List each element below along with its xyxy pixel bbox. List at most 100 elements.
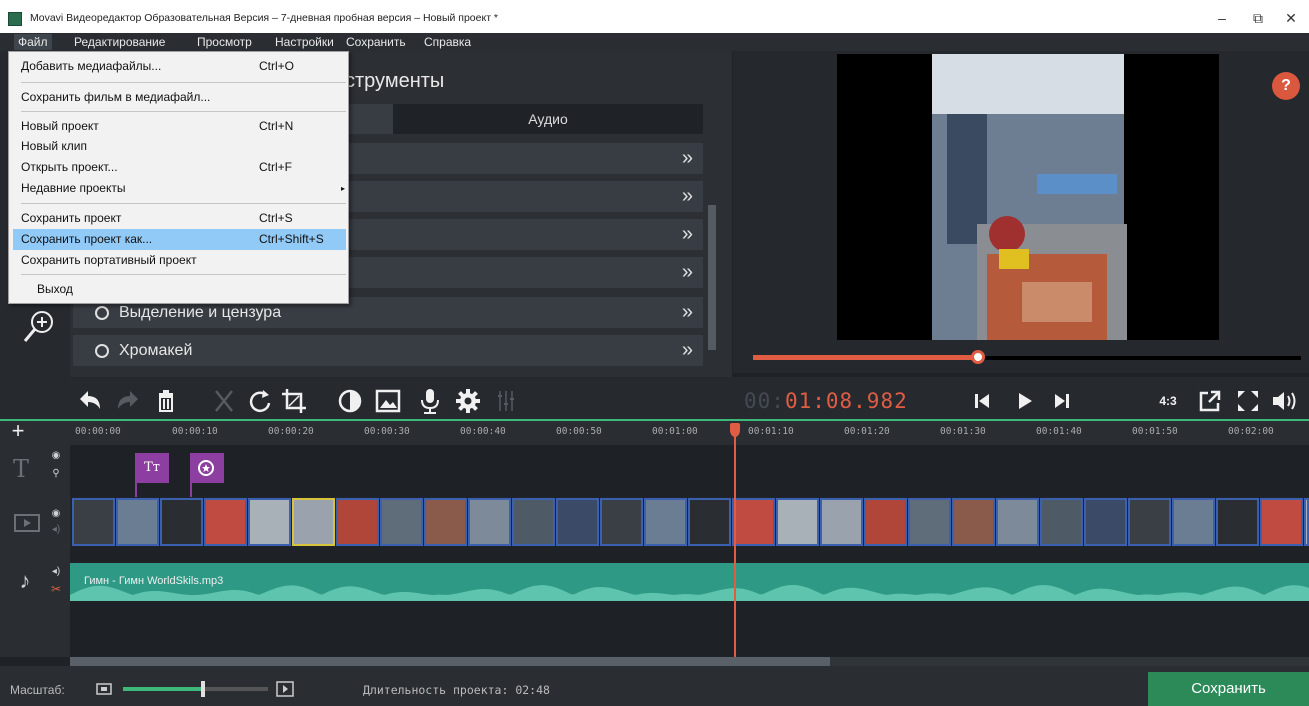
video-clip-thumbnail[interactable] xyxy=(1128,498,1171,546)
menu-item-open-project[interactable]: Открыть проект... Ctrl+F xyxy=(21,157,346,178)
menu-item-label: Выход xyxy=(37,282,73,296)
sticker-clip[interactable] xyxy=(190,453,224,483)
fullscreen-icon[interactable] xyxy=(1232,385,1264,417)
video-clip-thumbnail[interactable] xyxy=(72,498,115,546)
video-clip-thumbnail[interactable] xyxy=(424,498,467,546)
expand-chevron-icon[interactable]: » xyxy=(682,223,693,246)
tool-row-chromakey[interactable]: Хромакей » xyxy=(73,335,703,368)
video-clip-thumbnail[interactable] xyxy=(204,498,247,546)
video-clip-thumbnail[interactable] xyxy=(1304,498,1309,546)
video-clip-thumbnail[interactable] xyxy=(688,498,731,546)
video-clip-thumbnail[interactable] xyxy=(776,498,819,546)
menu-item-export-movie[interactable]: Сохранить фильм в медиафайл... xyxy=(21,87,346,108)
video-clip-thumbnail[interactable] xyxy=(864,498,907,546)
menu-help[interactable]: Справка xyxy=(420,34,475,50)
menu-file[interactable]: Файл xyxy=(14,34,52,50)
zoom-tool-icon[interactable] xyxy=(22,308,56,348)
unlink-icon[interactable]: ✂ xyxy=(48,582,64,598)
video-clip-thumbnail[interactable] xyxy=(336,498,379,546)
zoom-in-icon[interactable] xyxy=(276,681,294,697)
video-clip-thumbnail[interactable] xyxy=(116,498,159,546)
external-window-icon[interactable] xyxy=(1194,385,1226,417)
link-icon[interactable]: ⚲ xyxy=(48,468,64,484)
speaker-icon[interactable]: ◂) xyxy=(48,566,64,582)
menu-item-add-media[interactable]: Добавить медиафайлы... Ctrl+O xyxy=(21,56,346,77)
video-clip-thumbnail[interactable] xyxy=(732,498,775,546)
video-clip-thumbnail[interactable] xyxy=(952,498,995,546)
help-button[interactable]: ? xyxy=(1272,72,1300,100)
timeline-tracks[interactable] xyxy=(70,445,1309,657)
previous-frame-icon[interactable] xyxy=(966,385,998,417)
crop-icon[interactable] xyxy=(278,385,310,417)
menu-item-new-clip[interactable]: Новый клип xyxy=(21,136,346,157)
ruler-tick: 00:00:30 xyxy=(364,426,410,437)
video-clip-thumbnail[interactable] xyxy=(1260,498,1303,546)
eye-icon[interactable]: ◉ xyxy=(48,450,64,466)
undo-icon[interactable] xyxy=(74,385,106,417)
menu-item-save-project[interactable]: Сохранить проект Ctrl+S xyxy=(21,208,346,229)
radio-circle-icon[interactable] xyxy=(95,344,109,358)
expand-chevron-icon[interactable]: » xyxy=(682,147,693,170)
next-frame-icon[interactable] xyxy=(1046,385,1078,417)
video-clip-thumbnail[interactable] xyxy=(820,498,863,546)
expand-chevron-icon[interactable]: » xyxy=(682,261,693,284)
delete-icon[interactable] xyxy=(150,385,182,417)
video-clip-thumbnail[interactable] xyxy=(600,498,643,546)
window-title: Movavi Видеоредактор Образовательная Вер… xyxy=(30,12,499,24)
timeline-scrollbar-thumb[interactable] xyxy=(70,657,830,666)
microphone-icon[interactable] xyxy=(414,385,446,417)
mute-speaker-icon[interactable]: ◂) xyxy=(48,524,64,540)
expand-chevron-icon[interactable]: » xyxy=(682,185,693,208)
equalizer-icon[interactable] xyxy=(490,385,522,417)
video-clip-thumbnail[interactable] xyxy=(996,498,1039,546)
eye-icon[interactable]: ◉ xyxy=(48,508,64,524)
menu-save[interactable]: Сохранить xyxy=(342,34,410,50)
save-button[interactable]: Сохранить xyxy=(1148,672,1309,706)
close-button[interactable]: ✕ xyxy=(1273,6,1309,30)
video-clip-thumbnail[interactable] xyxy=(380,498,423,546)
seek-thumb[interactable] xyxy=(970,350,985,364)
video-clip-thumbnail[interactable] xyxy=(1172,498,1215,546)
video-clip-thumbnail[interactable] xyxy=(1084,498,1127,546)
audio-clip[interactable] xyxy=(70,563,1309,601)
video-clip-thumbnail[interactable] xyxy=(1216,498,1259,546)
menu-item-exit[interactable]: Выход xyxy=(37,279,362,300)
zoom-slider-thumb[interactable] xyxy=(200,681,205,697)
color-adjust-icon[interactable] xyxy=(334,385,366,417)
tools-scrollbar[interactable] xyxy=(708,205,716,350)
video-clip-thumbnail[interactable] xyxy=(248,498,291,546)
menu-item-recent-projects[interactable]: Недавние проекты ▸ xyxy=(21,178,346,199)
redo-icon[interactable] xyxy=(112,385,144,417)
video-clip-thumbnail[interactable] xyxy=(556,498,599,546)
expand-chevron-icon[interactable]: » xyxy=(682,339,693,362)
video-clip-thumbnail[interactable] xyxy=(908,498,951,546)
image-icon[interactable] xyxy=(372,385,404,417)
add-track-icon[interactable]: + xyxy=(8,418,28,443)
volume-icon[interactable] xyxy=(1268,385,1300,417)
aspect-ratio-button[interactable]: 4:3 xyxy=(1152,385,1184,417)
video-clip-thumbnail[interactable] xyxy=(292,498,335,546)
menu-view[interactable]: Просмотр xyxy=(193,34,256,50)
zoom-out-icon[interactable] xyxy=(96,682,112,696)
rotate-icon[interactable] xyxy=(244,385,276,417)
menu-settings[interactable]: Настройки xyxy=(271,34,338,50)
minimize-button[interactable]: – xyxy=(1204,6,1240,30)
restore-button[interactable]: ⧉ xyxy=(1240,6,1276,30)
playhead-handle[interactable] xyxy=(730,423,740,437)
tab-audio[interactable]: Аудио xyxy=(393,104,703,134)
expand-chevron-icon[interactable]: » xyxy=(682,301,693,324)
title-clip[interactable]: Tт xyxy=(135,453,169,483)
gear-icon[interactable] xyxy=(452,385,484,417)
cut-icon[interactable] xyxy=(208,385,240,417)
video-clip-thumbnail[interactable] xyxy=(468,498,511,546)
play-icon[interactable] xyxy=(1008,385,1040,417)
menu-item-new-project[interactable]: Новый проект Ctrl+N xyxy=(21,116,346,137)
video-clip-thumbnail[interactable] xyxy=(644,498,687,546)
radio-circle-icon[interactable] xyxy=(95,306,109,320)
menu-item-save-project-as[interactable]: Сохранить проект как... Ctrl+Shift+S xyxy=(13,229,346,250)
menu-edit[interactable]: Редактирование xyxy=(70,34,169,50)
video-clip-thumbnail[interactable] xyxy=(512,498,555,546)
menu-item-save-portable[interactable]: Сохранить портативный проект xyxy=(21,250,346,271)
video-clip-thumbnail[interactable] xyxy=(1040,498,1083,546)
video-clip-thumbnail[interactable] xyxy=(160,498,203,546)
